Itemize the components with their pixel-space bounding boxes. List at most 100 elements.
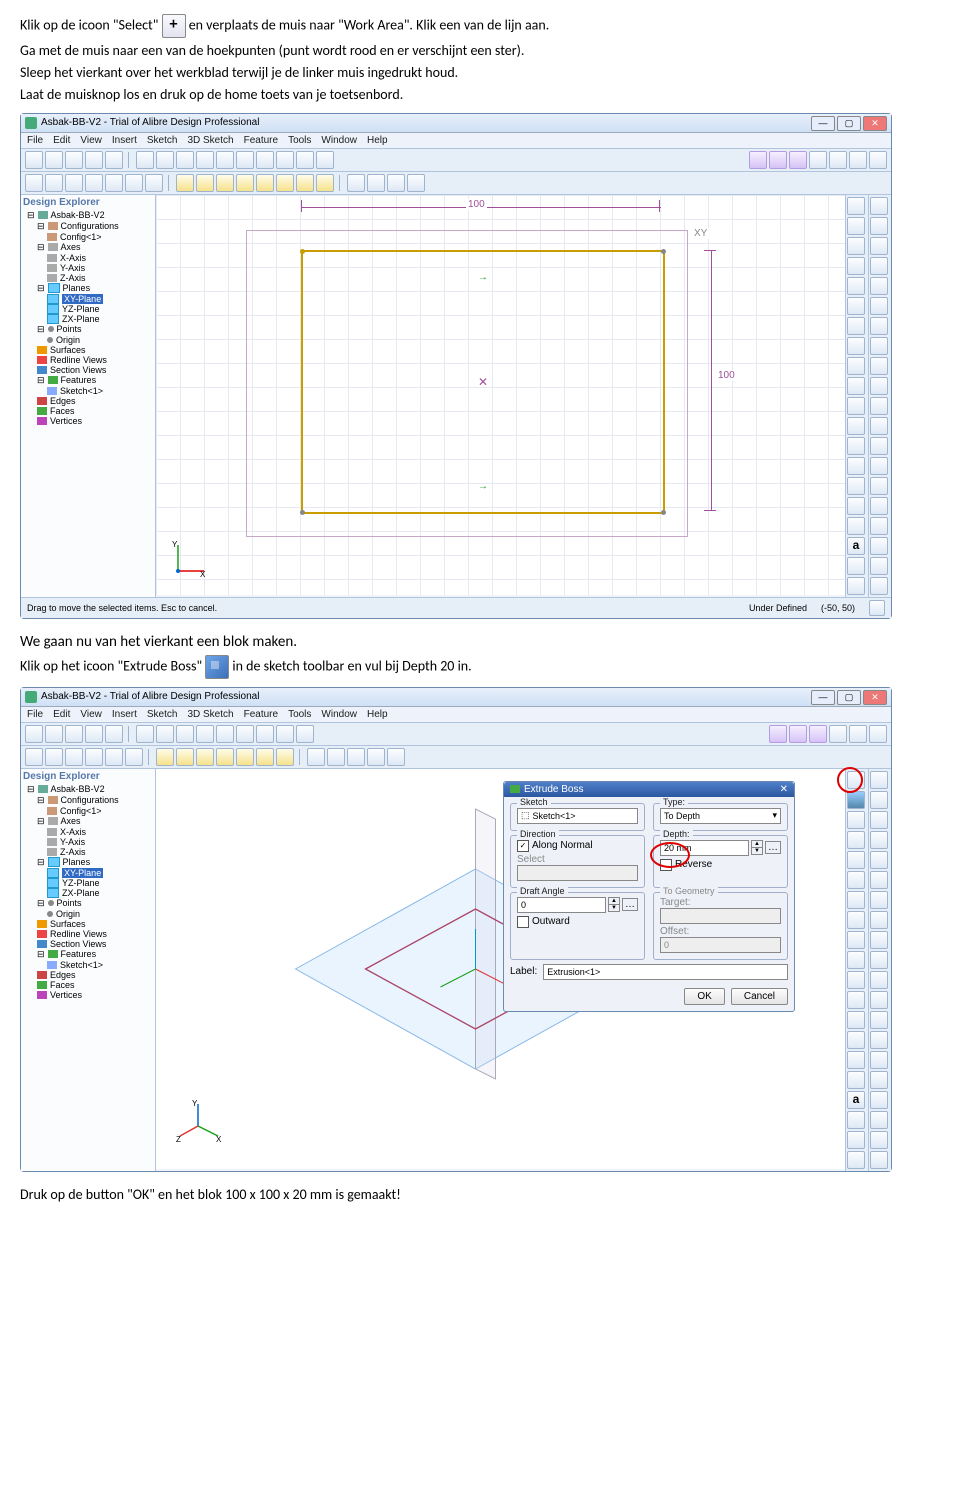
- tool-icon[interactable]: [176, 725, 194, 743]
- tool-icon[interactable]: [847, 197, 865, 215]
- menu-sketch[interactable]: Sketch: [147, 709, 178, 720]
- tree-item[interactable]: X-Axis: [23, 253, 153, 263]
- tree-item[interactable]: Config<1>: [23, 232, 153, 242]
- tree-item[interactable]: ⊟Axes: [23, 242, 153, 253]
- tool-icon[interactable]: [407, 174, 425, 192]
- tool-icon[interactable]: [870, 1051, 888, 1069]
- tool-icon[interactable]: [870, 217, 888, 235]
- status-icon[interactable]: [869, 600, 885, 616]
- tree-item[interactable]: Redline Views: [23, 355, 153, 365]
- tree-item[interactable]: Y-Axis: [23, 837, 153, 847]
- tool-icon[interactable]: [809, 151, 827, 169]
- tree-item[interactable]: ⊟Planes: [23, 857, 153, 868]
- tool-icon[interactable]: [45, 151, 63, 169]
- cancel-button[interactable]: Cancel: [731, 988, 788, 1005]
- tool-icon[interactable]: [256, 725, 274, 743]
- tool-icon[interactable]: [847, 851, 865, 869]
- tool-icon[interactable]: [847, 237, 865, 255]
- dialog-close-icon[interactable]: ✕: [780, 784, 788, 795]
- tool-icon[interactable]: [847, 951, 865, 969]
- minimize-button[interactable]: —: [811, 690, 835, 705]
- ok-button[interactable]: OK: [684, 988, 724, 1005]
- tool-icon[interactable]: [849, 151, 867, 169]
- tool-icon[interactable]: [25, 151, 43, 169]
- tool-icon[interactable]: [276, 725, 294, 743]
- tool-icon[interactable]: [847, 1071, 865, 1089]
- tool-icon[interactable]: [316, 151, 334, 169]
- tool-icon[interactable]: [176, 748, 194, 766]
- tool-icon[interactable]: [367, 174, 385, 192]
- tree-item[interactable]: Section Views: [23, 365, 153, 375]
- tool-icon[interactable]: [307, 748, 325, 766]
- tool-icon[interactable]: [367, 748, 385, 766]
- tool-icon[interactable]: [347, 174, 365, 192]
- tool-icon[interactable]: [870, 811, 888, 829]
- title-bar[interactable]: Asbak-BB-V2 - Trial of Alibre Design Pro…: [21, 688, 891, 707]
- work-area[interactable]: → → ✕ 100 100 XY Y X: [156, 195, 845, 595]
- tree-item[interactable]: ⊟Axes: [23, 816, 153, 827]
- type-select[interactable]: To Depth▾: [660, 808, 781, 824]
- tool-icon[interactable]: [847, 457, 865, 475]
- tool-icon[interactable]: [847, 377, 865, 395]
- tool-icon[interactable]: [85, 174, 103, 192]
- draft-spinner-up[interactable]: ▲: [608, 897, 620, 905]
- menu-file[interactable]: File: [27, 135, 43, 146]
- tool-icon[interactable]: [870, 377, 888, 395]
- tree-item[interactable]: Surfaces: [23, 919, 153, 929]
- tool-icon[interactable]: [847, 217, 865, 235]
- tool-icon[interactable]: [809, 725, 827, 743]
- tool-icon[interactable]: [45, 174, 63, 192]
- tool-icon[interactable]: [847, 1131, 865, 1149]
- along-normal-checkbox[interactable]: ✓Along Normal: [517, 840, 638, 852]
- tool-icon[interactable]: [25, 748, 43, 766]
- tool-icon[interactable]: [847, 337, 865, 355]
- tool-icon[interactable]: [136, 151, 154, 169]
- menu-view[interactable]: View: [80, 709, 102, 720]
- tool-icon[interactable]: [847, 477, 865, 495]
- tool-icon[interactable]: [296, 725, 314, 743]
- tool-icon[interactable]: [236, 174, 254, 192]
- minimize-button[interactable]: —: [811, 116, 835, 131]
- menu-3dsketch[interactable]: 3D Sketch: [187, 709, 233, 720]
- tool-icon[interactable]: [847, 1051, 865, 1069]
- tree-item[interactable]: Redline Views: [23, 929, 153, 939]
- tool-icon[interactable]: [829, 151, 847, 169]
- tool-icon[interactable]: [176, 151, 194, 169]
- tool-icon[interactable]: [870, 457, 888, 475]
- tree-item[interactable]: Faces: [23, 406, 153, 416]
- tool-icon[interactable]: [870, 1111, 888, 1129]
- tool-icon[interactable]: [849, 725, 867, 743]
- tool-icon[interactable]: [870, 1071, 888, 1089]
- tool-icon[interactable]: [847, 257, 865, 275]
- tool-icon[interactable]: [387, 174, 405, 192]
- tool-icon[interactable]: [65, 151, 83, 169]
- dialog-title-bar[interactable]: Extrude Boss ✕: [504, 782, 794, 797]
- tree-item[interactable]: XY-Plane: [23, 868, 153, 878]
- menu-edit[interactable]: Edit: [53, 135, 70, 146]
- tool-icon[interactable]: [829, 725, 847, 743]
- tool-icon[interactable]: [156, 151, 174, 169]
- tool-icon[interactable]: [125, 748, 143, 766]
- tool-icon[interactable]: [870, 557, 888, 575]
- tool-icon[interactable]: [847, 277, 865, 295]
- tool-icon[interactable]: a: [847, 1091, 865, 1109]
- tool-icon[interactable]: [870, 991, 888, 1009]
- tool-icon[interactable]: [870, 1091, 888, 1109]
- draft-more-button[interactable]: …: [622, 898, 638, 911]
- tool-icon[interactable]: [870, 1031, 888, 1049]
- tree-item[interactable]: Edges: [23, 396, 153, 406]
- tool-icon[interactable]: [870, 831, 888, 849]
- tool-icon[interactable]: [789, 725, 807, 743]
- tool-icon[interactable]: [216, 748, 234, 766]
- menu-help[interactable]: Help: [367, 135, 388, 146]
- tool-icon[interactable]: [156, 748, 174, 766]
- tool-icon[interactable]: [749, 151, 767, 169]
- tool-icon[interactable]: [256, 748, 274, 766]
- tool-icon[interactable]: [256, 174, 274, 192]
- tool-icon[interactable]: [870, 851, 888, 869]
- tool-icon[interactable]: [847, 1031, 865, 1049]
- tool-icon[interactable]: [870, 771, 888, 789]
- tool-icon[interactable]: [196, 174, 214, 192]
- tree-item[interactable]: ⊟Features: [23, 949, 153, 960]
- tool-icon[interactable]: [870, 517, 888, 535]
